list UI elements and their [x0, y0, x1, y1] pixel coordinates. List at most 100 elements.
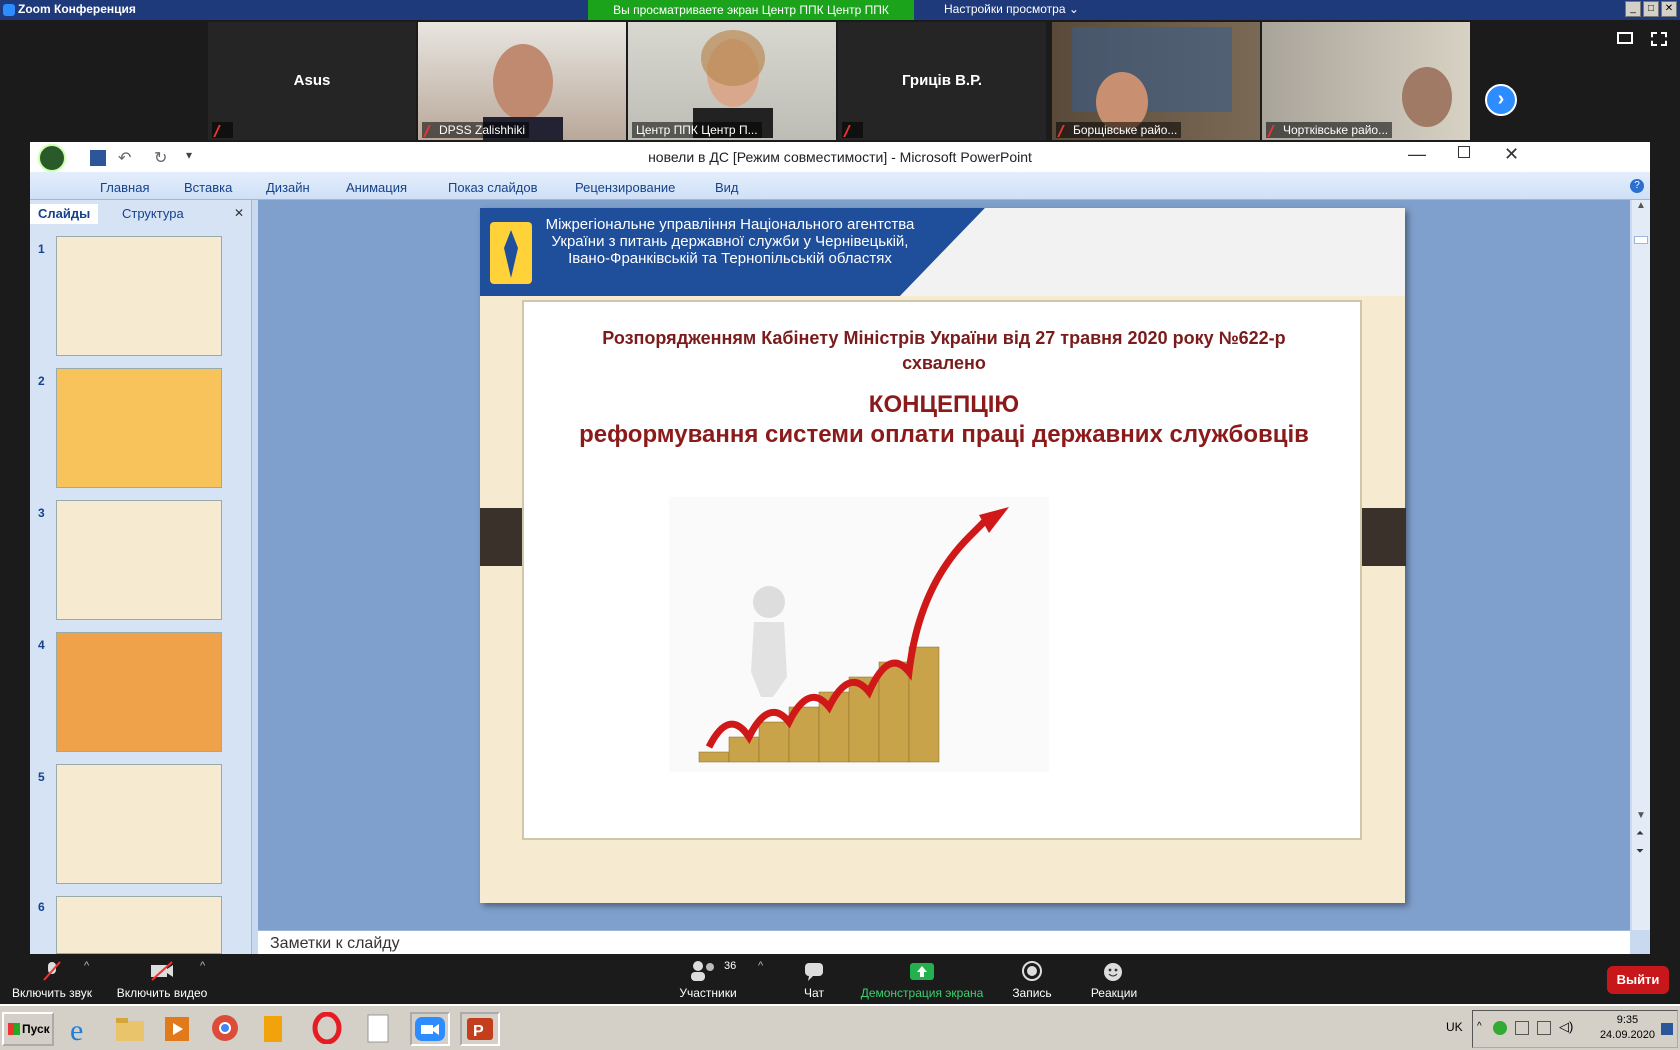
view-options-dropdown[interactable]: Настройки просмотра ⌄	[944, 2, 1079, 16]
chat-label: Чат	[804, 986, 824, 1000]
slide-number: 6	[38, 900, 45, 914]
participant-tile[interactable]: Гриців В.Р.	[838, 22, 1046, 140]
slide-thumbnail[interactable]	[56, 368, 222, 488]
clock[interactable]: 9:35 24.09.2020	[1600, 1013, 1655, 1043]
participant-tile[interactable]: Борщівське райо...	[1052, 22, 1260, 140]
app-icon[interactable]	[256, 1012, 296, 1046]
zoom-taskbar-icon[interactable]	[410, 1012, 450, 1046]
slide-thumbnail[interactable]	[56, 896, 222, 954]
ppt-window-title: новели в ДС [Режим совместимости] - Micr…	[648, 149, 1032, 165]
network-icon[interactable]	[1537, 1021, 1551, 1035]
mic-muted-icon	[423, 124, 438, 137]
vertical-scrollbar[interactable]: ▲ ▼ ⏶ ⏷	[1632, 200, 1650, 930]
close-icon[interactable]: ✕	[1661, 1, 1677, 17]
mic-muted-icon	[843, 124, 858, 137]
slide-thumbnail[interactable]	[56, 764, 222, 884]
slide-thumbnail[interactable]	[56, 500, 222, 620]
scroll-thumb[interactable]	[1634, 236, 1648, 244]
meeting-controls: Включить звук ^ Включить видео ^ Участни…	[0, 954, 1680, 1004]
powerpoint-taskbar-icon[interactable]: P	[460, 1012, 500, 1046]
volume-icon[interactable]: ◁)	[1559, 1019, 1573, 1035]
concept-body: реформування системи оплати праці держав…	[579, 421, 1309, 448]
slide-header-text: Міжрегіональне управління Національного …	[545, 216, 915, 267]
video-options-icon[interactable]: ^	[200, 960, 205, 972]
ie-icon[interactable]: e	[64, 1012, 104, 1047]
participant-tile[interactable]: Центр ППК Центр П...	[628, 22, 836, 140]
slide-thumbnail[interactable]	[56, 236, 222, 356]
chat-button[interactable]: Чат	[792, 954, 836, 1000]
next-participants-button[interactable]: ›	[1485, 84, 1517, 116]
tab-slideshow[interactable]: Показ слайдов	[448, 180, 538, 195]
tab-review[interactable]: Рецензирование	[575, 180, 675, 195]
previous-slide-icon[interactable]: ⏶	[1636, 828, 1644, 839]
record-icon	[1006, 960, 1058, 982]
mic-muted-icon	[8, 960, 96, 982]
scroll-down-icon[interactable]: ▼	[1636, 810, 1646, 821]
help-icon[interactable]: ?	[1630, 179, 1644, 193]
media-player-icon[interactable]	[160, 1012, 200, 1046]
slide-thumbnail[interactable]	[56, 632, 222, 752]
tab-home[interactable]: Главная	[100, 180, 149, 195]
participant-label: Чортківське райо...	[1266, 122, 1393, 138]
next-slide-icon[interactable]: ⏷	[1636, 846, 1644, 857]
system-tray: ^ ◁) 9:35 24.09.2020	[1472, 1010, 1678, 1048]
reactions-button[interactable]: Реакции	[1086, 954, 1142, 1000]
tab-outline[interactable]: Структура	[114, 204, 192, 224]
participant-tile[interactable]: Чортківське райо...	[1262, 22, 1470, 140]
notes-pane[interactable]: Заметки к слайду	[258, 930, 1630, 954]
layout-icon[interactable]	[1617, 32, 1633, 44]
notepad-icon[interactable]	[360, 1012, 400, 1046]
tray-app-icon[interactable]	[1493, 1021, 1507, 1035]
video-button[interactable]: Включить видео	[110, 954, 214, 1000]
svg-text:P: P	[473, 1023, 484, 1040]
audio-options-icon[interactable]: ^	[84, 960, 89, 972]
leave-meeting-button[interactable]: Выйти	[1607, 966, 1669, 994]
chrome-icon[interactable]	[208, 1012, 248, 1046]
language-indicator[interactable]: UK	[1446, 1020, 1463, 1034]
tab-animation[interactable]: Анимация	[346, 180, 407, 195]
tab-view[interactable]: Вид	[715, 180, 739, 195]
tab-insert[interactable]: Вставка	[184, 180, 232, 195]
close-pane-icon[interactable]: ✕	[234, 206, 244, 220]
tab-design[interactable]: Дизайн	[266, 180, 310, 195]
window-title: Zoom Конференция	[18, 2, 136, 16]
mute-button[interactable]: Включить звук	[8, 954, 96, 1000]
slide-paper: Розпорядженням Кабінету Міністрів Україн…	[522, 300, 1362, 840]
show-hidden-icons-icon[interactable]: ^	[1477, 1021, 1482, 1032]
minimize-icon[interactable]: _	[1625, 1, 1641, 17]
opera-icon[interactable]	[310, 1011, 350, 1046]
scroll-up-icon[interactable]: ▲	[1636, 200, 1646, 211]
share-banner: Вы просматриваете экран Центр ППК Центр …	[588, 0, 914, 22]
participant-label: DPSS Zalishhiki	[422, 122, 530, 138]
participants-count: 36	[724, 960, 737, 972]
restore-icon[interactable]	[1458, 146, 1470, 158]
participant-tile[interactable]: DPSS Zalishhiki	[418, 22, 626, 140]
participants-options-icon[interactable]: ^	[758, 960, 763, 972]
windows-logo-icon	[8, 1023, 20, 1035]
clock-date: 24.09.2020	[1599, 1029, 1655, 1041]
explorer-icon[interactable]	[112, 1012, 152, 1046]
growth-chart-illustration	[669, 497, 1049, 772]
show-desktop-icon[interactable]	[1661, 1023, 1673, 1035]
video-off-icon	[110, 960, 214, 982]
fullscreen-icon[interactable]	[1651, 32, 1667, 46]
close-icon[interactable]: ✕	[1504, 144, 1519, 165]
minimize-icon[interactable]: —	[1408, 144, 1426, 165]
record-label: Запись	[1012, 986, 1052, 1000]
maximize-icon[interactable]: □	[1643, 1, 1659, 17]
participant-label: Борщівське райо...	[1056, 122, 1182, 138]
slide-number: 4	[38, 638, 45, 652]
record-button[interactable]: Запись	[1006, 954, 1058, 1000]
share-screen-button[interactable]: Демонстрация экрана	[858, 954, 986, 1000]
ppt-titlebar: ↶ ↻ ▾ новели в ДС [Режим совместимости] …	[30, 142, 1650, 172]
start-button[interactable]: Пуск	[2, 1012, 54, 1046]
tray-app-icon[interactable]	[1515, 1021, 1529, 1035]
current-slide[interactable]: Міжрегіональне управління Національного …	[480, 208, 1406, 903]
slide-number: 3	[38, 506, 45, 520]
reactions-icon	[1086, 960, 1142, 982]
participant-mic	[212, 122, 233, 138]
tab-slides[interactable]: Слайды	[30, 204, 99, 224]
participant-tile[interactable]: Asus	[208, 22, 416, 140]
slide-number: 5	[38, 770, 45, 784]
participant-name: Asus	[293, 72, 331, 89]
